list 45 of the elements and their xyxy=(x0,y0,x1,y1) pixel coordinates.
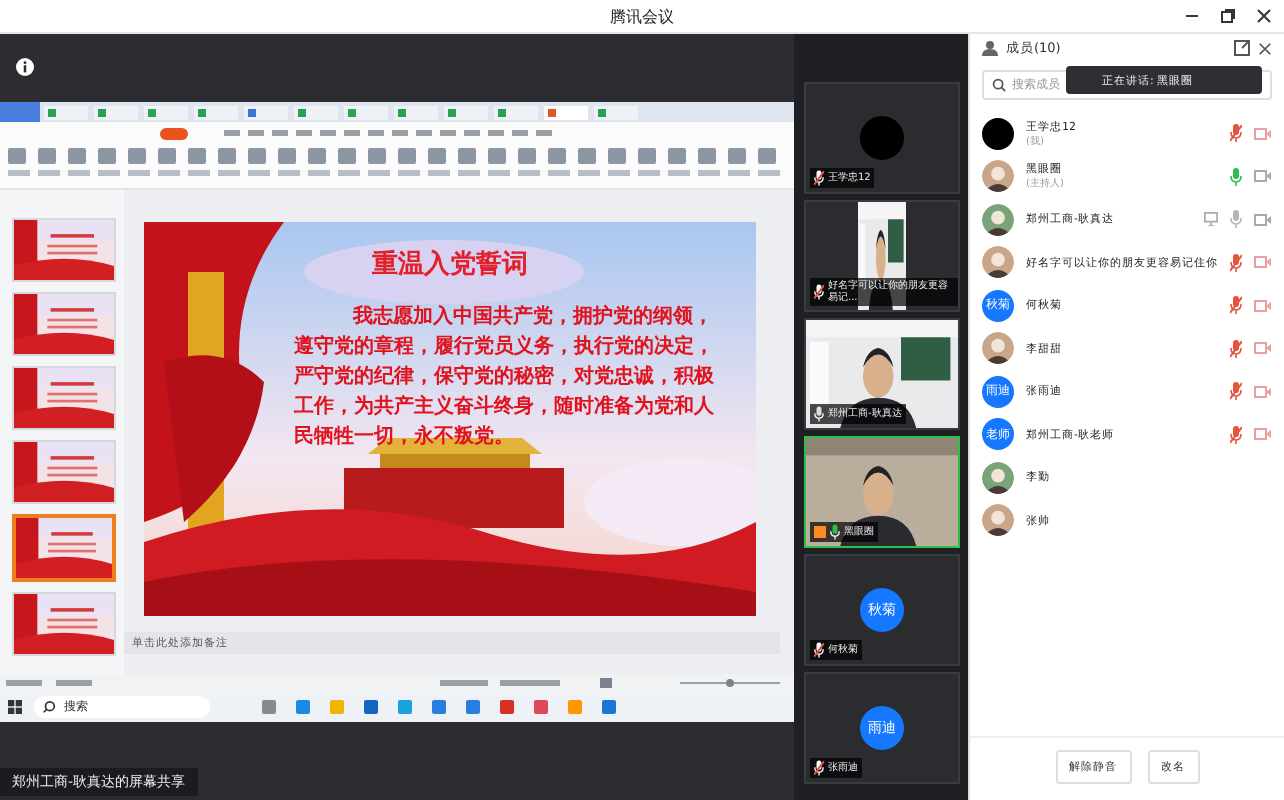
people-icon xyxy=(982,40,998,56)
app-icon[interactable] xyxy=(296,700,310,714)
app-icon[interactable] xyxy=(500,700,514,714)
app-icon[interactable] xyxy=(364,700,378,714)
avatar-icon xyxy=(982,117,1014,150)
app-icon[interactable] xyxy=(534,700,548,714)
muted-mic-icon[interactable] xyxy=(1230,339,1242,358)
slide-title: 重温入党誓词 xyxy=(372,247,528,282)
slide-thumbnail[interactable] xyxy=(12,514,116,582)
camera-icon[interactable] xyxy=(1254,256,1272,269)
muted-mic-icon[interactable] xyxy=(1230,124,1242,143)
app-icon[interactable] xyxy=(398,700,412,714)
info-icon[interactable] xyxy=(16,58,34,76)
camera-icon[interactable] xyxy=(1254,385,1272,398)
search-icon xyxy=(992,78,1006,92)
muted-mic-icon[interactable] xyxy=(1230,425,1242,444)
slide-thumbnail[interactable] xyxy=(12,218,116,282)
popout-icon[interactable] xyxy=(1234,40,1250,56)
camera-icon[interactable] xyxy=(1254,213,1272,226)
close-icon[interactable] xyxy=(1258,41,1272,55)
app-icon[interactable] xyxy=(262,700,276,714)
slide-paragraph: 我志愿加入中国共产党，拥护党的纲领，遵守党的章程，履行党员义务，执行党的决定，严守党的纪律，保守党的秘密，对党忠诚，积极工作，为共产主义奋斗终身，随时准备为党和人民牺牲一切，永不叛党。 xyxy=(294,302,716,452)
close-icon[interactable] xyxy=(1256,8,1272,24)
slide-thumbnail[interactable] xyxy=(12,440,116,504)
slide-thumbnail[interactable] xyxy=(12,292,116,356)
muted-mic-icon[interactable] xyxy=(1230,296,1242,315)
camera-icon[interactable] xyxy=(1254,342,1272,355)
mic-icon[interactable] xyxy=(1230,210,1242,229)
app-icon[interactable] xyxy=(466,700,480,714)
app-icon[interactable] xyxy=(432,700,446,714)
window-title: 腾讯会议 xyxy=(610,5,674,27)
avatar-icon xyxy=(860,116,904,160)
muted-mic-icon[interactable] xyxy=(1230,382,1242,401)
search-icon xyxy=(42,700,56,714)
camera-icon[interactable] xyxy=(1254,127,1272,140)
slide-thumbnail[interactable] xyxy=(12,592,116,656)
windows-start-icon[interactable] xyxy=(8,700,22,714)
camera-icon[interactable] xyxy=(1254,299,1272,312)
mic-icon[interactable] xyxy=(1230,167,1242,186)
muted-mic-icon[interactable] xyxy=(1230,253,1242,272)
app-icon[interactable] xyxy=(602,700,616,714)
camera-icon[interactable] xyxy=(1254,428,1272,441)
slide-thumbnail[interactable] xyxy=(12,366,116,430)
camera-icon[interactable] xyxy=(1254,170,1272,183)
restore-icon[interactable] xyxy=(1220,8,1236,24)
